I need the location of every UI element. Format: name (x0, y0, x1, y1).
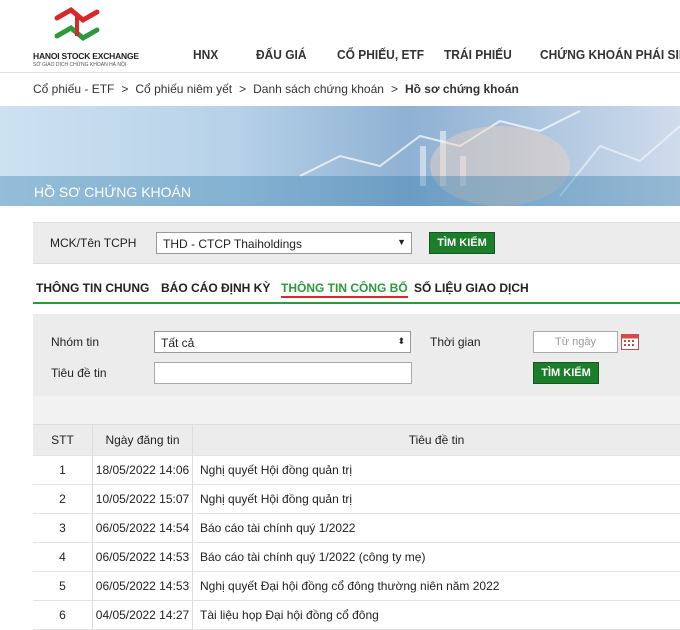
news-filter-panel: Nhóm tin Tất cả ⬍ Thời gian Từ ngày Tiêu… (33, 314, 680, 396)
nav-dau-gia[interactable]: ĐẤU GIÁ (256, 47, 306, 62)
table-row[interactable]: 5 06/05/2022 14:53 Nghị quyết Đại hội đồ… (33, 572, 680, 601)
logo-subtitle: SỞ GIAO DỊCH CHỨNG KHOÁN HÀ NỘI (33, 62, 127, 68)
row-stt: 6 (33, 601, 93, 629)
header-title: Tiêu đề tin (408, 433, 465, 447)
title-input[interactable] (154, 362, 412, 384)
row-stt: 2 (33, 485, 93, 513)
stock-search-button[interactable]: TÌM KIẾM (429, 232, 495, 254)
from-date-input[interactable]: Từ ngày (533, 331, 618, 353)
table-row[interactable]: 4 06/05/2022 14:53 Báo cáo tài chính quý… (33, 543, 680, 572)
nav-hnx[interactable]: HNX (193, 47, 218, 62)
tab-so-lieu-giao-dich[interactable]: SỐ LIỆU GIAO DỊCH (414, 281, 529, 295)
table-row[interactable]: 2 10/05/2022 15:07 Nghị quyết Hội đồng q… (33, 485, 680, 514)
breadcrumb-separator-icon: > (121, 82, 129, 96)
breadcrumb-item[interactable]: Cổ phiếu niêm yết (135, 82, 232, 96)
page-banner: Hồ sơ chứng khoán (0, 106, 680, 206)
row-stt: 5 (33, 572, 93, 600)
table-row[interactable]: 6 04/05/2022 14:27 Tài liệu họp Đại hội … (33, 601, 680, 630)
news-search-button[interactable]: TÌM KIẾM (533, 362, 599, 384)
breadcrumb-item[interactable]: Danh sách chứng khoán (253, 82, 384, 96)
row-title-link[interactable]: Báo cáo tài chính quý 1/2022 (công ty mẹ… (193, 543, 680, 571)
row-title-link[interactable]: Tài liệu họp Đại hội đồng cổ đông (193, 601, 680, 629)
row-title-link[interactable]: Nghị quyết Hội đồng quản trị (193, 485, 680, 513)
group-select[interactable]: Tất cả ⬍ (154, 331, 411, 353)
table-row[interactable]: 3 06/05/2022 14:54 Báo cáo tài chính quý… (33, 514, 680, 543)
tab-bao-cao-dinh-ky[interactable]: BÁO CÁO ĐỊNH KỲ (161, 281, 270, 295)
breadcrumb-separator-icon: > (390, 82, 398, 96)
group-select-value: Tất cả (161, 336, 195, 350)
breadcrumb-item[interactable]: Cổ phiếu - ETF (33, 82, 114, 96)
hnx-logo[interactable]: HANOI STOCK EXCHANGE SỞ GIAO DỊCH CHỨNG … (33, 6, 139, 68)
chevron-down-icon: ▼ (397, 237, 406, 247)
row-date: 06/05/2022 14:54 (93, 514, 193, 542)
row-stt: 1 (33, 456, 93, 484)
row-date: 18/05/2022 14:06 (93, 456, 193, 484)
top-header: HANOI STOCK EXCHANGE SỞ GIAO DỊCH CHỨNG … (0, 0, 680, 73)
stock-search-panel: MCK/Tên TCPH THD - CTCP Thaiholdings ▼ T… (33, 222, 680, 264)
stock-select[interactable]: THD - CTCP Thaiholdings ▼ (156, 232, 412, 254)
updown-arrows-icon: ⬍ (397, 336, 405, 346)
page-title: Hồ sơ chứng khoán (34, 184, 191, 200)
tab-thong-tin-chung[interactable]: THÔNG TIN CHUNG (36, 281, 149, 295)
title-label: Tiêu đề tin (51, 366, 107, 380)
header-stt: STT (33, 425, 93, 455)
row-date: 04/05/2022 14:27 (93, 601, 193, 629)
nav-co-phieu-etf[interactable]: CỔ PHIẾU, ETF (337, 47, 424, 62)
row-title-link[interactable]: Nghị quyết Đại hội đồng cổ đông thường n… (193, 572, 680, 600)
header-date: Ngày đăng tin (93, 425, 193, 455)
row-title-link[interactable]: Báo cáo tài chính quý 1/2022 (193, 514, 680, 542)
row-stt: 3 (33, 514, 93, 542)
stock-select-value: THD - CTCP Thaiholdings (163, 237, 302, 251)
calendar-icon[interactable] (621, 333, 639, 350)
time-label: Thời gian (430, 335, 481, 349)
hnx-logo-icon (54, 6, 100, 42)
nav-chung-khoan-phai-sinh[interactable]: CHỨNG KHOÁN PHÁI SINH (540, 47, 680, 62)
row-title-link[interactable]: Nghị quyết Hội đồng quản trị (193, 456, 680, 484)
tab-bar: THÔNG TIN CHUNG BÁO CÁO ĐỊNH KỲ THÔNG TI… (33, 278, 680, 304)
row-date: 06/05/2022 14:53 (93, 572, 193, 600)
row-stt: 4 (33, 543, 93, 571)
logo-name: HANOI STOCK EXCHANGE (33, 51, 139, 61)
row-date: 10/05/2022 15:07 (93, 485, 193, 513)
table-toolbar (33, 396, 680, 425)
breadcrumb-current: Hồ sơ chứng khoán (404, 82, 519, 96)
breadcrumb-separator-icon: > (239, 82, 247, 96)
table-header-row: STT Ngày đăng tin Tiêu đề tin (33, 425, 680, 456)
news-table: STT Ngày đăng tin Tiêu đề tin 1 18/05/20… (33, 396, 680, 630)
nav-trai-phieu[interactable]: TRÁI PHIẾU (444, 47, 512, 62)
table-row[interactable]: 1 18/05/2022 14:06 Nghị quyết Hội đồng q… (33, 456, 680, 485)
row-date: 06/05/2022 14:53 (93, 543, 193, 571)
stock-label: MCK/Tên TCPH (50, 236, 137, 250)
group-label: Nhóm tin (51, 335, 100, 349)
breadcrumb: Cổ phiếu - ETF > Cổ phiếu niêm yết > Danh sá… (33, 82, 519, 96)
tab-thong-tin-cong-bo[interactable]: THÔNG TIN CÔNG BỐ (281, 281, 408, 298)
